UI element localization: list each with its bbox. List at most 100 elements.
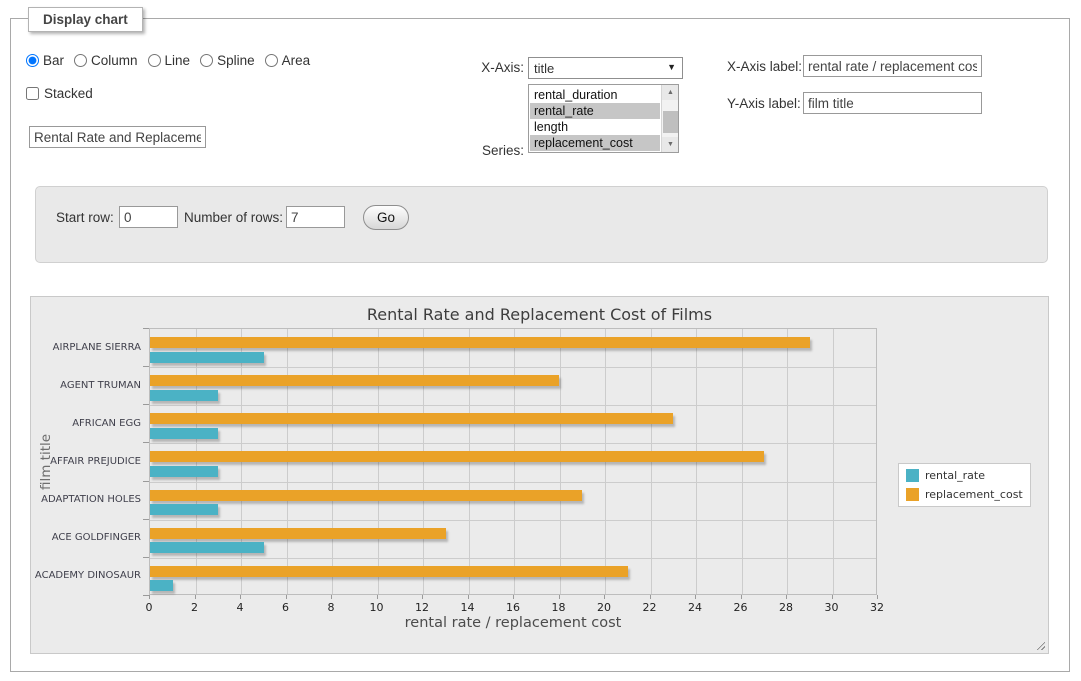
chart-title: Rental Rate and Replacement Cost of Film… [31,305,1048,324]
x-tick-label: 22 [635,601,665,614]
chart-type-option-bar[interactable]: Bar [26,53,64,68]
xaxis-select-label: X-Axis: [448,60,524,75]
num-rows-input[interactable] [286,206,345,228]
x-tick-label: 20 [589,601,619,614]
series-option-length[interactable]: length [530,119,660,135]
xaxis-select[interactable]: title [528,57,683,79]
x-tick-mark [240,595,241,599]
y-tick-mark [143,366,149,367]
x-tick-label: 4 [225,601,255,614]
start-row-label: Start row: [56,210,114,225]
bar-replacement_cost-0 [150,337,810,348]
series-scrollbar[interactable]: ▲ ▼ [661,85,678,152]
scroll-up-icon[interactable]: ▲ [662,85,679,100]
bar-rental_rate-3 [150,466,218,477]
radio-label: Column [91,53,138,68]
bar-replacement_cost-4 [150,490,582,501]
chart-type-option-spline[interactable]: Spline [200,53,255,68]
radio-bar[interactable] [26,54,39,67]
plot-area [149,328,877,595]
y-gridline [150,520,876,521]
series-option-rental_rate[interactable]: rental_rate [530,103,660,119]
category-label: ADAPTATION HOLES [31,481,141,519]
y-tick-mark [143,519,149,520]
radio-label: Line [165,53,191,68]
radio-area[interactable] [265,54,278,67]
display-chart-panel: Display chart BarColumnLineSplineArea St… [10,18,1070,672]
stacked-checkbox-row[interactable]: Stacked [26,86,93,101]
resize-grip-icon[interactable] [1034,639,1045,650]
series-option-replacement_cost[interactable]: replacement_cost [530,135,660,151]
radio-spline[interactable] [200,54,213,67]
scrollbar-thumb[interactable] [663,111,678,133]
category-label: AGENT TRUMAN [31,366,141,404]
go-button[interactable]: Go [363,205,409,230]
x-gridline [833,329,834,594]
legend-swatch-replacement_cost [906,488,919,501]
bar-rental_rate-6 [150,580,173,591]
x-tick-label: 6 [271,601,301,614]
xaxis-label-label: X-Axis label: [727,59,802,74]
chart-title-input[interactable] [29,126,206,148]
category-label: ACADEMY DINOSAUR [31,557,141,595]
series-option-rental_duration[interactable]: rental_duration [530,87,660,103]
x-tick-mark [422,595,423,599]
y-gridline [150,482,876,483]
x-tick-mark [741,595,742,599]
x-gridline [787,329,788,594]
series-options: rental_durationrental_ratelengthreplacem… [530,87,660,151]
x-tick-mark [513,595,514,599]
legend-item-rental_rate: rental_rate [906,469,1023,482]
x-tick-mark [195,595,196,599]
x-tick-mark [832,595,833,599]
x-tick-label: 30 [817,601,847,614]
chart-type-option-line[interactable]: Line [148,53,191,68]
radio-label: Bar [43,53,64,68]
scroll-down-icon[interactable]: ▼ [662,137,679,152]
x-tick-mark [468,595,469,599]
rows-control-box: Start row: Number of rows: Go [35,186,1048,263]
x-tick-mark [559,595,560,599]
y-tick-mark [143,481,149,482]
x-tick-label: 18 [544,601,574,614]
x-axis-title: rental rate / replacement cost [149,615,877,631]
bar-replacement_cost-2 [150,413,673,424]
yaxis-label-input[interactable] [803,92,982,114]
x-tick-label: 16 [498,601,528,614]
x-tick-label: 24 [680,601,710,614]
y-gridline [150,558,876,559]
category-label: AFRICAN EGG [31,404,141,442]
category-label: AIRPLANE SIERRA [31,328,141,366]
bar-replacement_cost-3 [150,451,764,462]
bar-rental_rate-1 [150,390,218,401]
y-tick-mark [143,442,149,443]
series-listbox-label: Series: [448,143,524,158]
panel-title: Display chart [28,7,143,32]
xaxis-select-wrap: title ▼ [528,57,683,79]
x-tick-mark [286,595,287,599]
chart-type-option-column[interactable]: Column [74,53,138,68]
y-tick-mark [143,404,149,405]
bar-rental_rate-4 [150,504,218,515]
bar-rental_rate-2 [150,428,218,439]
radio-line[interactable] [148,54,161,67]
legend-swatch-rental_rate [906,469,919,482]
series-listbox[interactable]: rental_durationrental_ratelengthreplacem… [528,84,679,153]
x-tick-mark [877,595,878,599]
chart-type-option-area[interactable]: Area [265,53,311,68]
bar-replacement_cost-5 [150,528,446,539]
x-tick-label: 8 [316,601,346,614]
x-tick-mark [331,595,332,599]
bar-replacement_cost-1 [150,375,559,386]
stacked-checkbox[interactable] [26,87,39,100]
start-row-input[interactable] [119,206,178,228]
x-tick-mark [695,595,696,599]
x-tick-label: 12 [407,601,437,614]
xaxis-label-input[interactable] [803,55,982,77]
x-tick-label: 14 [453,601,483,614]
x-tick-mark [786,595,787,599]
chart-container: Rental Rate and Replacement Cost of Film… [30,296,1049,654]
bar-rental_rate-0 [150,352,264,363]
radio-column[interactable] [74,54,87,67]
bar-rental_rate-5 [150,542,264,553]
